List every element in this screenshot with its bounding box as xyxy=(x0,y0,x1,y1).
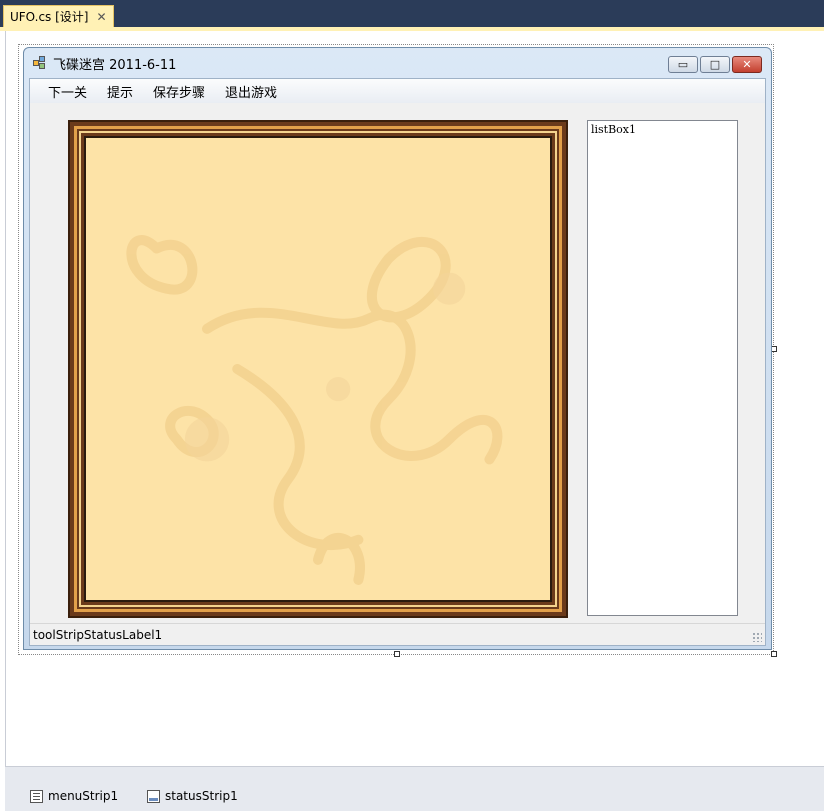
menu-item-exit-game[interactable]: 退出游戏 xyxy=(215,80,287,102)
status-strip-icon xyxy=(147,789,160,803)
minimize-button[interactable]: ▭ xyxy=(668,56,698,73)
caption-buttons: ▭ □ ✕ xyxy=(668,56,762,73)
close-icon: ✕ xyxy=(742,58,752,71)
status-label: toolStripStatusLabel1 xyxy=(33,627,163,642)
app-icon xyxy=(33,56,47,70)
tray-item-label: menuStrip1 xyxy=(48,789,119,803)
maximize-icon: □ xyxy=(709,58,721,71)
status-strip: toolStripStatusLabel1 xyxy=(30,623,765,645)
form-title-bar[interactable]: 飞碟迷宫 2011-6-11 ▭ □ ✕ xyxy=(24,48,771,78)
menu-strip-icon xyxy=(30,789,43,803)
menu-item-next-level[interactable]: 下一关 xyxy=(38,80,97,102)
tab-ufo-designer[interactable]: UFO.cs [设计] ✕ xyxy=(3,5,114,27)
form-window[interactable]: 飞碟迷宫 2011-6-11 ▭ □ ✕ 下一关 提示 保存步骤 退出游戏 li… xyxy=(23,47,772,650)
close-button[interactable]: ✕ xyxy=(732,56,762,73)
dragon-watermark xyxy=(126,235,503,585)
menu-item-hint[interactable]: 提示 xyxy=(97,80,143,102)
tray-item-label: statusStrip1 xyxy=(165,789,238,803)
maximize-button[interactable]: □ xyxy=(700,56,730,73)
tray-item-statusstrip[interactable]: statusStrip1 xyxy=(147,789,238,803)
list-box[interactable]: listBox1 xyxy=(587,120,738,616)
menu-item-save-steps[interactable]: 保存步骤 xyxy=(143,80,215,102)
list-box-label: listBox1 xyxy=(591,123,637,136)
size-grip-icon[interactable] xyxy=(752,632,762,642)
game-board-panel[interactable] xyxy=(68,120,568,618)
minimize-icon: ▭ xyxy=(677,58,689,71)
resize-handle-bottom[interactable] xyxy=(394,651,400,657)
tab-label: UFO.cs [设计] xyxy=(10,10,89,24)
form-title: 飞碟迷宫 2011-6-11 xyxy=(53,57,177,73)
menu-strip: 下一关 提示 保存步骤 退出游戏 xyxy=(30,79,765,103)
ide-tab-bar: UFO.cs [设计] ✕ xyxy=(0,0,824,27)
game-board[interactable] xyxy=(84,136,552,602)
resize-handle-corner[interactable] xyxy=(771,651,777,657)
component-tray: menuStrip1 statusStrip1 xyxy=(5,766,824,811)
tray-item-menustrip[interactable]: menuStrip1 xyxy=(30,789,118,803)
form-client-area: 下一关 提示 保存步骤 退出游戏 listBox1 toolStripStatu… xyxy=(29,78,766,646)
tab-close-icon[interactable]: ✕ xyxy=(97,10,107,24)
